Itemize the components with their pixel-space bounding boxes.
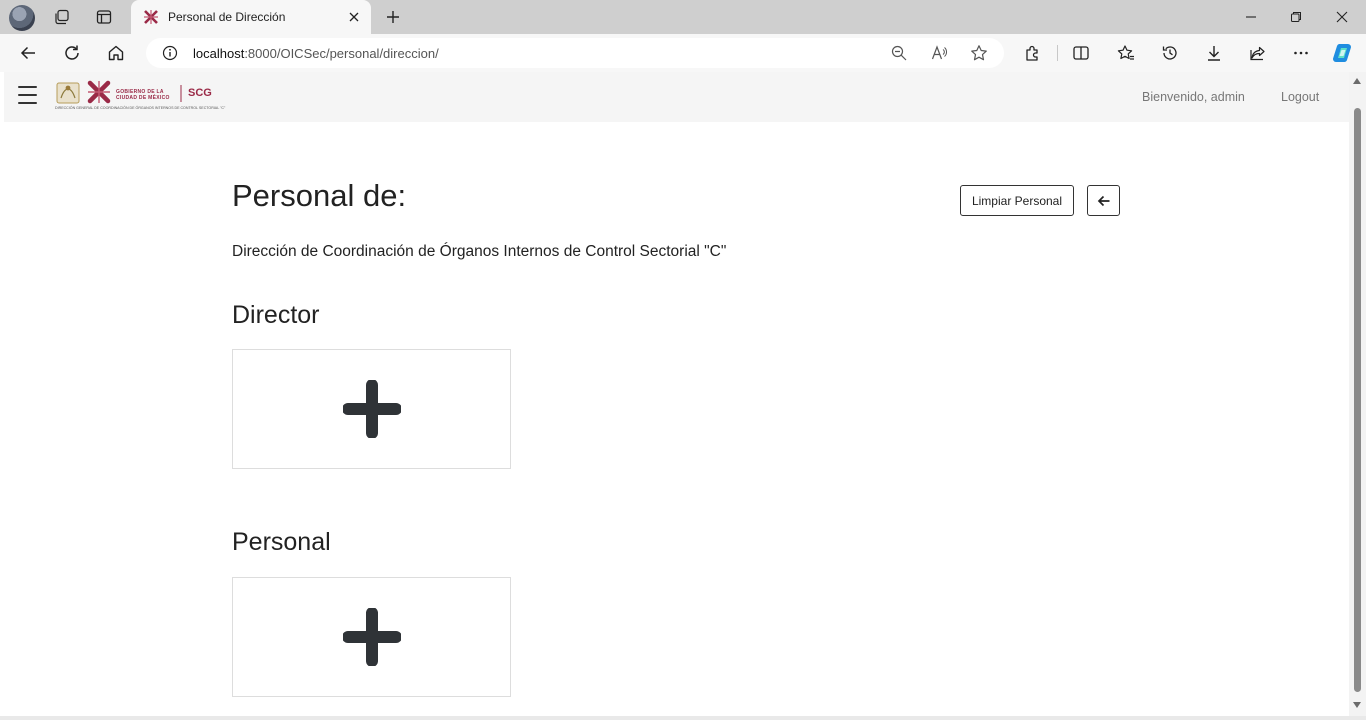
tab-actions-icon[interactable]	[92, 6, 116, 28]
profile-avatar[interactable]	[9, 5, 35, 31]
favorite-star-icon[interactable]	[970, 44, 988, 62]
refresh-icon[interactable]	[60, 41, 84, 65]
limpiar-personal-button[interactable]: Limpiar Personal	[960, 185, 1074, 216]
page-viewport: GOBIERNO DE LA CIUDAD DE MÉXICO SCG DIREC…	[4, 72, 1349, 717]
add-director-card[interactable]	[232, 349, 511, 469]
logo-scg-text: SCG	[188, 87, 212, 99]
new-tab-icon[interactable]	[382, 6, 404, 28]
browser-tab-active[interactable]: Personal de Dirección	[131, 0, 371, 34]
copilot-icon[interactable]	[1332, 42, 1354, 64]
toolbar-divider	[1057, 45, 1058, 61]
read-aloud-icon[interactable]	[930, 44, 948, 62]
back-icon[interactable]	[16, 41, 40, 65]
url-field[interactable]: localhost:8000/OICSec/personal/direccion…	[146, 38, 1004, 68]
share-icon[interactable]	[1247, 42, 1269, 64]
window-bottom-border	[0, 716, 1366, 720]
downloads-icon[interactable]	[1203, 42, 1225, 64]
extensions-icon[interactable]	[1022, 42, 1044, 64]
logo-government-text: GOBIERNO DE LA CIUDAD DE MÉXICO	[116, 89, 170, 101]
back-button[interactable]	[1087, 185, 1120, 216]
app-navbar: GOBIERNO DE LA CIUDAD DE MÉXICO SCG DIREC…	[4, 72, 1349, 122]
tab-close-icon[interactable]	[345, 8, 363, 26]
workspaces-icon[interactable]	[50, 6, 74, 28]
zoom-out-icon[interactable]	[890, 44, 908, 62]
section-heading-personal: Personal	[232, 528, 331, 556]
logo-subtitle: DIRECCIÓN GENERAL DE COORDINACIÓN DE ÓRG…	[55, 106, 226, 110]
more-icon[interactable]	[1290, 42, 1312, 64]
restore-icon[interactable]	[1274, 4, 1318, 30]
info-icon[interactable]	[162, 45, 178, 61]
scroll-up-arrow-icon[interactable]	[1353, 78, 1361, 84]
minimize-icon[interactable]	[1229, 4, 1273, 30]
browser-tab-bar: Personal de Dirección	[0, 0, 1366, 34]
scg-logo[interactable]: GOBIERNO DE LA CIUDAD DE MÉXICO SCG DIREC…	[54, 80, 226, 114]
history-icon[interactable]	[1159, 42, 1181, 64]
close-icon[interactable]	[1320, 4, 1364, 30]
favorites-icon[interactable]	[1115, 42, 1137, 64]
menu-toggle-icon[interactable]	[18, 86, 38, 108]
tab-title: Personal de Dirección	[168, 10, 286, 24]
scroll-down-arrow-icon[interactable]	[1353, 702, 1361, 708]
url-text: localhost:8000/OICSec/personal/direccion…	[193, 46, 439, 61]
plus-icon	[342, 380, 401, 438]
split-screen-icon[interactable]	[1070, 42, 1092, 64]
page-title: Personal de:	[232, 178, 407, 213]
scrollbar-thumb[interactable]	[1354, 108, 1361, 692]
browser-address-bar: localhost:8000/OICSec/personal/direccion…	[0, 34, 1366, 72]
plus-icon	[342, 608, 401, 666]
section-heading-director: Director	[232, 301, 320, 329]
home-icon[interactable]	[104, 41, 128, 65]
welcome-text: Bienvenido, admin	[1142, 90, 1245, 104]
arrow-left-icon	[1097, 195, 1109, 206]
direction-name: Dirección de Coordinación de Órganos Int…	[232, 243, 727, 260]
logout-link[interactable]: Logout	[1281, 90, 1319, 104]
tab-favicon-icon	[144, 10, 158, 24]
add-personal-card[interactable]	[232, 577, 511, 697]
page-scrollbar[interactable]	[1349, 72, 1366, 717]
